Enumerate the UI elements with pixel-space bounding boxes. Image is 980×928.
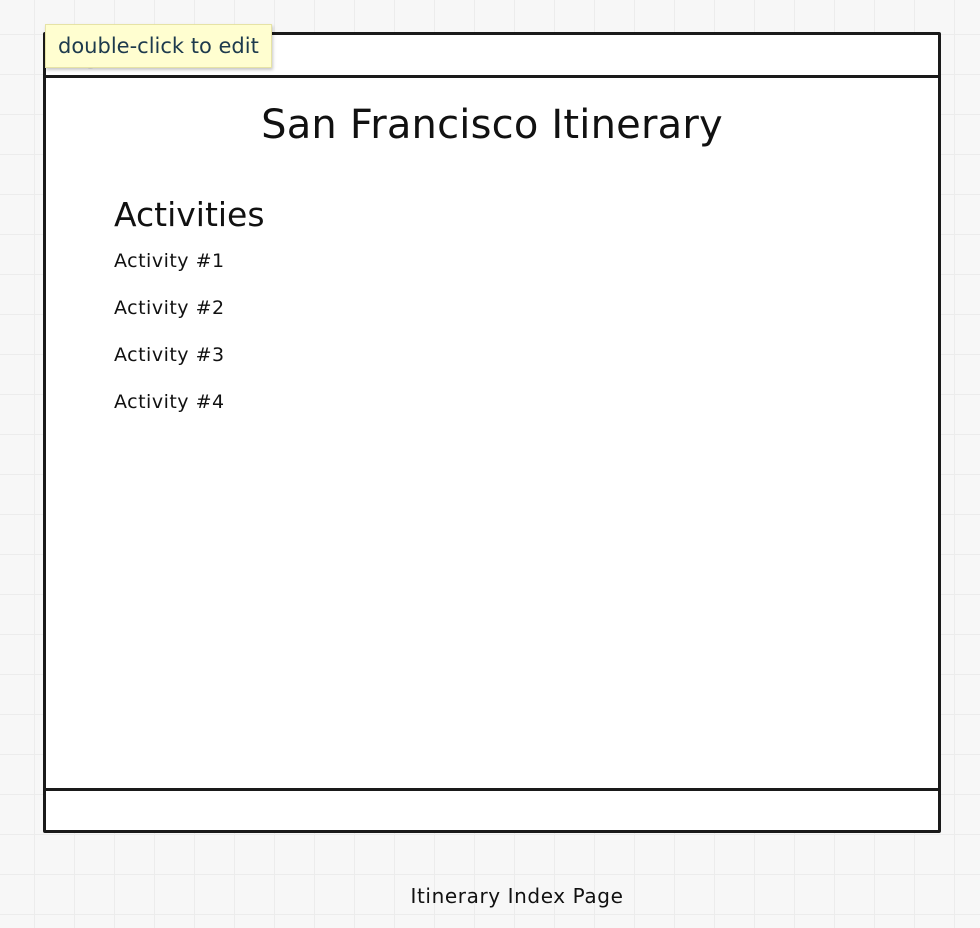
page-caption[interactable]: Itinerary Index Page xyxy=(0,882,980,910)
activity-item-1[interactable]: Activity #1 xyxy=(114,249,225,273)
edit-hint-tooltip: double-click to edit xyxy=(45,24,272,68)
activity-item-4[interactable]: Activity #4 xyxy=(114,390,225,414)
page-title: San Francisco Itinerary xyxy=(261,102,723,148)
footer-bar xyxy=(46,788,938,830)
activity-item-3[interactable]: Activity #3 xyxy=(114,343,225,367)
activities-heading: Activities xyxy=(114,195,265,234)
wireframe-browser-frame: vagabond San Francisco Itinerary Activit… xyxy=(43,32,941,833)
activity-list: Activity #1 Activity #2 Activity #3 Acti… xyxy=(114,249,225,437)
activity-item-2[interactable]: Activity #2 xyxy=(114,296,225,320)
